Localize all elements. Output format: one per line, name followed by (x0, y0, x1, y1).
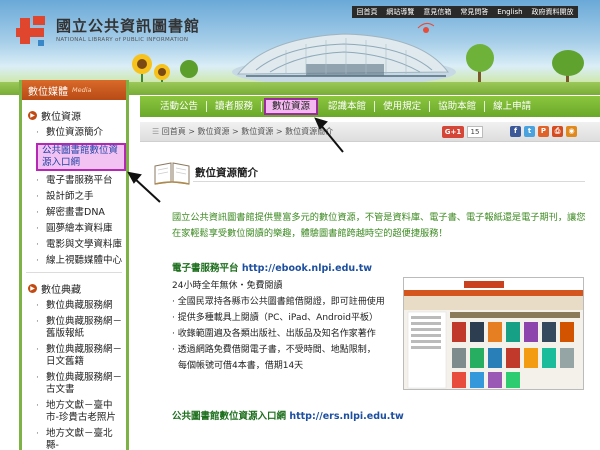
sidebar-item-dream-picturebook[interactable]: · 圓夢繪本資料庫 (30, 223, 126, 235)
main-nav: 活動公告 讀者服務 數位資源 認識本館 使用規定 協助本館 線上申請 (140, 96, 600, 117)
sidebar-list-digital-resources: · 數位資源簡介 公共圖書館數位資源入口網 · 電子書服務平台 · 設計師之手 · 解密… (22, 127, 126, 267)
sidebar-item-archive-ancient-docs[interactable]: · 數位典藏服務網－古文書 (30, 372, 126, 396)
breadcrumb-bar: ☰ 回首頁 > 數位資源 > 數位資源 > 數位資源簡介 G+1 15 f t … (140, 122, 600, 142)
page-title: 數位資源簡介 (195, 167, 258, 179)
page: 回首頁 網站導覽 意見信箱 常見問答 English 政府資料開放 國立公共資訊… (0, 0, 600, 450)
section-bullet-icon: ▶ (28, 283, 37, 293)
logo-icon (16, 16, 52, 50)
sidebar-item-archive-japanese-books[interactable]: · 數位典藏服務網－日文舊籍 (30, 344, 126, 368)
top-link-home[interactable]: 回首頁 (356, 6, 377, 18)
nav-item-digital-resources[interactable]: 數位資源 (264, 98, 319, 115)
sidebar-list-digital-archives: · 數位典藏服務網 · 數位典藏服務網－舊版報紙 · 數位典藏服務網－日文舊籍 · 數位… (22, 300, 126, 450)
sidebar-section-digital-archives[interactable]: ▶ 數位典藏 (22, 279, 126, 297)
home-icon: ☰ (152, 127, 162, 136)
logo-title: 國立公共資訊圖書館 (56, 17, 201, 35)
portal-url-link[interactable]: http://ers.nlpi.edu.tw (289, 411, 403, 422)
open-book-icon (154, 162, 190, 185)
tree-icon (466, 44, 494, 72)
nav-item-rules[interactable]: 使用規定 (375, 101, 431, 112)
ebook-section-title: 電子書服務平台 (172, 263, 239, 274)
logo-subtitle: NATIONAL LIBRARY of PUBLIC INFORMATION (56, 37, 189, 43)
ebook-platform-screenshot[interactable] (403, 277, 584, 390)
sidebar-title-en: Media (72, 86, 92, 94)
gplus-count: 15 (467, 126, 483, 138)
top-link-sitemap[interactable]: 網站導覽 (386, 6, 414, 18)
sidebar-item-av-center[interactable]: · 線上視聽媒體中心 (30, 255, 126, 267)
section-bullet-icon: ▶ (28, 110, 37, 120)
rss-icon[interactable]: ◉ (566, 126, 577, 137)
sidebar-item-designer[interactable]: · 設計師之手 (30, 191, 126, 203)
top-link-english[interactable]: English (497, 6, 522, 18)
ebook-line: · 透過網路免費借閱電子書，不受時間、地點限制， (172, 345, 376, 355)
sidebar-item-public-library-portal[interactable]: 公共圖書館數位資源入口網 (36, 143, 126, 171)
nav-item-about[interactable]: 認識本館 (320, 101, 376, 112)
site-logo[interactable]: 國立公共資訊圖書館 NATIONAL LIBRARY of PUBLIC INF… (16, 16, 200, 50)
sidebar-header: 數位媒體 Media (22, 80, 126, 100)
section-title: 數位資源 (41, 111, 81, 123)
sidebar-item-archive-service[interactable]: · 數位典藏服務網 (30, 300, 126, 312)
print-icon[interactable]: ⎙ (552, 126, 563, 137)
nav-item-support[interactable]: 協助本館 (430, 101, 486, 112)
ebook-line: 24小時全年無休・免費閱讀 (172, 281, 283, 291)
breadcrumb[interactable]: ☰ 回首頁 > 數位資源 > 數位資源 > 數位資源簡介 (152, 126, 333, 137)
sidebar: 數位媒體 Media ▶ 數位資源 · 數位資源簡介 公共圖書館數位資源入口網 ·… (19, 80, 129, 450)
library-building-image (232, 22, 456, 86)
top-link-opendata[interactable]: 政府資料開放 (532, 6, 574, 18)
portal-section-heading: 公共圖書館數位資源入口網 http://ers.nlpi.edu.tw (172, 408, 404, 422)
intro-text: 國立公共資訊圖書館提供豐富多元的數位資源，不管是資料庫、電子書、電子報紙還是電子… (172, 212, 586, 239)
plurk-icon[interactable]: P (538, 126, 549, 137)
sidebar-item-picturebook-dna[interactable]: · 解密畫書DNA (30, 207, 126, 219)
nav-item-reader-services[interactable]: 讀者服務 (207, 101, 263, 112)
ebook-line: 每個帳號可借4本書，借期14天 (178, 361, 304, 371)
ebook-line: · 提供多種載具上閱讀（PC、iPad、Android平板） (172, 313, 378, 323)
ebook-line: · 全國民眾持各縣市公共圖書館借閱證，即可註冊使用 (172, 297, 385, 307)
sidebar-item-ebook-platform[interactable]: · 電子書服務平台 (30, 175, 126, 187)
portal-section-title: 公共圖書館數位資源入口網 (172, 411, 287, 422)
sidebar-item-intro[interactable]: · 數位資源簡介 (30, 127, 126, 139)
ebook-screenshot-image (404, 278, 583, 389)
ebook-section-heading: 電子書服務平台 http://ebook.nlpi.edu.tw (172, 260, 372, 274)
sidebar-item-taichung-photos[interactable]: · 地方文獻－臺中市-珍貴古老照片 (30, 400, 126, 424)
top-link-feedback[interactable]: 意見信箱 (423, 6, 451, 18)
sidebar-title: 數位媒體 (28, 86, 68, 98)
facebook-icon[interactable]: f (510, 126, 521, 137)
sidebar-item-archive-old-newspapers[interactable]: · 數位典藏服務網－舊版報紙 (30, 316, 126, 340)
top-link-faq[interactable]: 常見問答 (460, 6, 488, 18)
tree-icon (552, 50, 584, 76)
title-divider (193, 181, 585, 182)
ebook-line: · 收錄範圍遍及各類出版社、出版品及知名作家著作 (172, 329, 376, 339)
twitter-icon[interactable]: t (524, 126, 535, 137)
sidebar-item-taipei-county[interactable]: · 地方文獻－臺北縣- (30, 428, 126, 450)
gplus-button[interactable]: G+1 (442, 126, 464, 138)
sidebar-divider (26, 272, 122, 273)
top-links-bar: 回首頁 網站導覽 意見信箱 常見問答 English 政府資料開放 (352, 6, 578, 18)
tree-icon (180, 60, 198, 78)
nav-item-apply-online[interactable]: 線上申請 (485, 101, 539, 112)
sidebar-section-digital-resources[interactable]: ▶ 數位資源 (22, 106, 126, 124)
sidebar-item-film-literature[interactable]: · 電影與文學資料庫 (30, 239, 126, 251)
ebook-url-link[interactable]: http://ebook.nlpi.edu.tw (242, 263, 372, 274)
nav-item-announcements[interactable]: 活動公告 (152, 101, 208, 112)
section-title: 數位典藏 (41, 284, 81, 296)
